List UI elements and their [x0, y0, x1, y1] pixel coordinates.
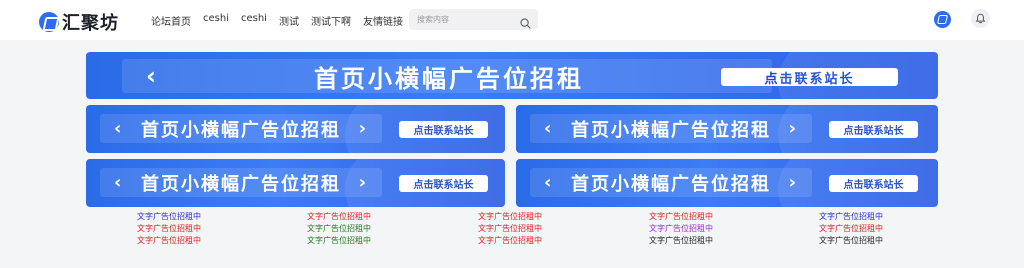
arrow-left-icon: ‹	[114, 118, 124, 139]
banner-text: 首页小横幅广告位招租	[571, 173, 771, 195]
text-ad-link[interactable]: 文字广告位招租中	[478, 211, 542, 223]
arrow-right-icon: ›	[788, 172, 798, 193]
arrow-left-icon: ‹	[544, 118, 554, 139]
text-ad-link[interactable]: 文字广告位招租中	[649, 223, 713, 235]
contact-admin-button[interactable]: 点击联系站长	[829, 121, 918, 138]
text-ad-link[interactable]: 文字广告位招租中	[307, 211, 371, 223]
text-ad-link[interactable]: 文字广告位招租中	[137, 223, 201, 235]
top-banner-ad[interactable]: ‹ 首页小横幅广告位招租 › 点击联系站长	[86, 52, 938, 99]
arrow-right-icon: ›	[358, 118, 368, 139]
search-icon[interactable]	[520, 14, 531, 29]
arrow-left-icon: ‹	[544, 172, 554, 193]
small-banner-ad[interactable]: ‹ 首页小横幅广告位招租 › 点击联系站长	[516, 159, 938, 207]
banner-text: 首页小横幅广告位招租	[141, 173, 341, 195]
nav-item-test[interactable]: 测试	[279, 13, 299, 28]
arrow-left-icon: ‹	[114, 172, 124, 193]
top-header: 汇聚坊 论坛首页 ceshi ceshi 测试 测试下啊 友情链接	[0, 0, 1024, 40]
text-ad-link[interactable]: 文字广告位招租中	[819, 211, 883, 223]
app-icon[interactable]	[934, 11, 951, 28]
text-ad-link[interactable]: 文字广告位招租中	[307, 223, 371, 235]
text-ad-link[interactable]: 文字广告位招租中	[819, 235, 883, 247]
text-ad-link[interactable]: 文字广告位招租中	[649, 211, 713, 223]
banner-text: 首页小横幅广告位招租	[141, 119, 341, 141]
arrow-right-icon: ›	[358, 172, 368, 193]
text-ad-link[interactable]: 文字广告位招租中	[478, 235, 542, 247]
contact-admin-button[interactable]: 点击联系站长	[399, 175, 488, 192]
search-box	[409, 9, 538, 30]
bell-icon	[975, 13, 986, 24]
text-ad-link[interactable]: 文字广告位招租中	[307, 235, 371, 247]
search-input[interactable]	[417, 12, 512, 27]
arrow-left-icon: ‹	[146, 62, 159, 90]
banner-text: 首页小横幅广告位招租	[571, 119, 771, 141]
notification-button[interactable]	[971, 9, 990, 28]
contact-admin-button[interactable]: 点击联系站长	[721, 68, 898, 87]
nav-item-test-more[interactable]: 测试下啊	[311, 13, 351, 28]
small-banner-ad[interactable]: ‹ 首页小横幅广告位招租 › 点击联系站长	[86, 105, 505, 153]
contact-admin-button[interactable]: 点击联系站长	[399, 121, 488, 138]
small-banner-ad[interactable]: ‹ 首页小横幅广告位招租 › 点击联系站长	[86, 159, 505, 207]
logo-text: 汇聚坊	[62, 13, 119, 34]
banner-slogan: ‹ 首页小横幅广告位招租 ›	[100, 168, 382, 197]
text-ad-link[interactable]: 文字广告位招租中	[137, 235, 201, 247]
nav-item-forum-home[interactable]: 论坛首页	[151, 13, 191, 28]
arrow-right-icon: ›	[788, 118, 798, 139]
banner-slogan: ‹ 首页小横幅广告位招租 ›	[530, 168, 812, 197]
banner-text: 首页小横幅广告位招租	[314, 64, 584, 93]
site-logo[interactable]: 汇聚坊	[39, 9, 119, 35]
text-ad-link[interactable]: 文字广告位招租中	[137, 211, 201, 223]
text-ad-link[interactable]: 文字广告位招租中	[649, 235, 713, 247]
text-ad-link[interactable]: 文字广告位招租中	[478, 223, 542, 235]
contact-admin-button[interactable]: 点击联系站长	[829, 175, 918, 192]
banner-slogan: ‹ 首页小横幅广告位招租 ›	[122, 59, 772, 93]
nav-item-ceshi-2[interactable]: ceshi	[241, 13, 267, 28]
logo-icon	[39, 12, 59, 32]
text-ad-link[interactable]: 文字广告位招租中	[819, 223, 883, 235]
banner-slogan: ‹ 首页小横幅广告位招租 ›	[100, 114, 382, 143]
small-banner-ad[interactable]: ‹ 首页小横幅广告位招租 › 点击联系站长	[516, 105, 938, 153]
main-nav: 论坛首页 ceshi ceshi 测试 测试下啊 友情链接	[151, 13, 403, 28]
nav-item-friend-links[interactable]: 友情链接	[363, 13, 403, 28]
text-ad-grid: 文字广告位招租中 文字广告位招租中 文字广告位招租中 文字广告位招租中 文字广告位招租中…	[86, 211, 938, 251]
banner-slogan: ‹ 首页小横幅广告位招租 ›	[530, 114, 812, 143]
nav-item-ceshi-1[interactable]: ceshi	[203, 13, 229, 28]
